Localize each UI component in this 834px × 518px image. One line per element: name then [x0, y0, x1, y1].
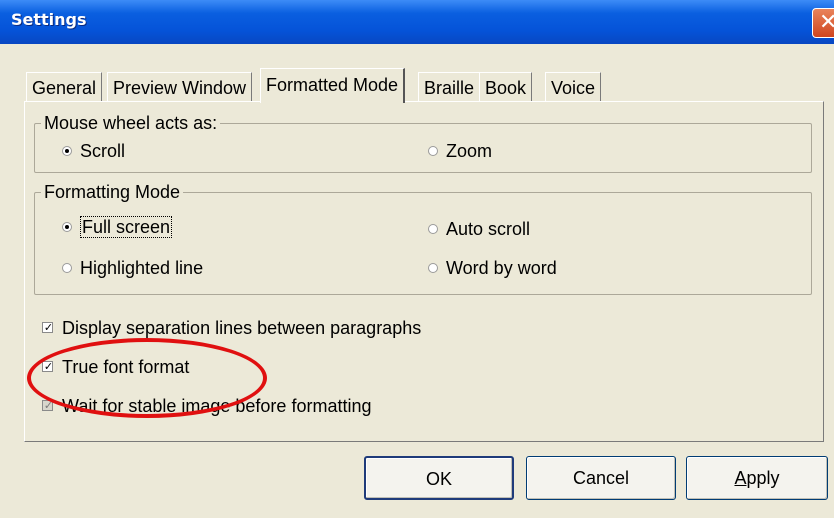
radio-full-screen[interactable]: Full screen — [62, 216, 173, 238]
checkbox-separation-lines-box[interactable] — [42, 322, 54, 333]
checkbox-separation-lines[interactable]: Display separation lines between paragra… — [42, 316, 421, 340]
cancel-button[interactable]: Cancel — [526, 456, 676, 500]
tab-voice[interactable]: Voice — [545, 72, 602, 102]
radio-zoom-label: Zoom — [446, 141, 493, 161]
apply-accelerator: A — [734, 468, 747, 488]
checkbox-separation-lines-label: Display separation lines between paragra… — [62, 318, 422, 338]
checkbox-true-font-format[interactable]: True font format — [42, 355, 189, 379]
radio-highlighted-line[interactable]: Highlighted line — [62, 257, 203, 279]
ok-button[interactable]: OK — [364, 456, 514, 500]
close-button[interactable]: ✕ — [812, 8, 834, 38]
formatting-mode-legend: Formatting Mode — [41, 182, 184, 202]
checkbox-wait-stable-image[interactable]: Wait for stable image before formatting — [42, 394, 371, 418]
tab-formatted-mode[interactable]: Formatted Mode — [260, 68, 406, 103]
radio-word-by-word[interactable]: Word by word — [428, 257, 557, 279]
radio-highlighted-line-circle[interactable] — [62, 263, 72, 273]
radio-word-by-word-circle[interactable] — [428, 263, 438, 273]
formatting-mode-group: Formatting Mode — [34, 182, 812, 295]
title-bar[interactable]: Settings ✕ — [0, 0, 834, 44]
tab-preview-window[interactable]: Preview Window — [107, 72, 253, 102]
checkbox-true-font-format-box[interactable] — [42, 361, 54, 372]
radio-full-screen-label: Full screen — [80, 216, 173, 238]
mouse-wheel-group: Mouse wheel acts as: — [34, 113, 812, 173]
radio-auto-scroll-circle[interactable] — [428, 224, 438, 234]
radio-scroll-circle[interactable] — [62, 146, 72, 156]
apply-button[interactable]: Apply — [686, 456, 828, 500]
radio-word-by-word-label: Word by word — [446, 258, 557, 278]
radio-highlighted-line-label: Highlighted line — [80, 258, 204, 278]
tab-braille[interactable]: Braille — [418, 72, 481, 102]
radio-full-screen-circle[interactable] — [62, 222, 72, 232]
checkbox-wait-stable-image-label: Wait for stable image before formatting — [62, 396, 372, 416]
checkbox-wait-stable-image-box[interactable] — [42, 400, 54, 411]
radio-zoom-circle[interactable] — [428, 146, 438, 156]
window-title: Settings — [11, 10, 87, 29]
tab-book[interactable]: Book — [479, 72, 533, 102]
checkbox-true-font-format-label: True font format — [62, 357, 190, 377]
radio-zoom[interactable]: Zoom — [428, 140, 492, 162]
radio-auto-scroll[interactable]: Auto scroll — [428, 218, 530, 240]
tab-general[interactable]: General — [26, 72, 103, 102]
close-icon: ✕ — [819, 10, 834, 35]
radio-scroll[interactable]: Scroll — [62, 140, 125, 162]
radio-auto-scroll-label: Auto scroll — [446, 219, 531, 239]
apply-label-rest: pply — [746, 468, 780, 488]
mouse-wheel-legend: Mouse wheel acts as: — [41, 113, 221, 133]
radio-scroll-label: Scroll — [80, 141, 126, 161]
